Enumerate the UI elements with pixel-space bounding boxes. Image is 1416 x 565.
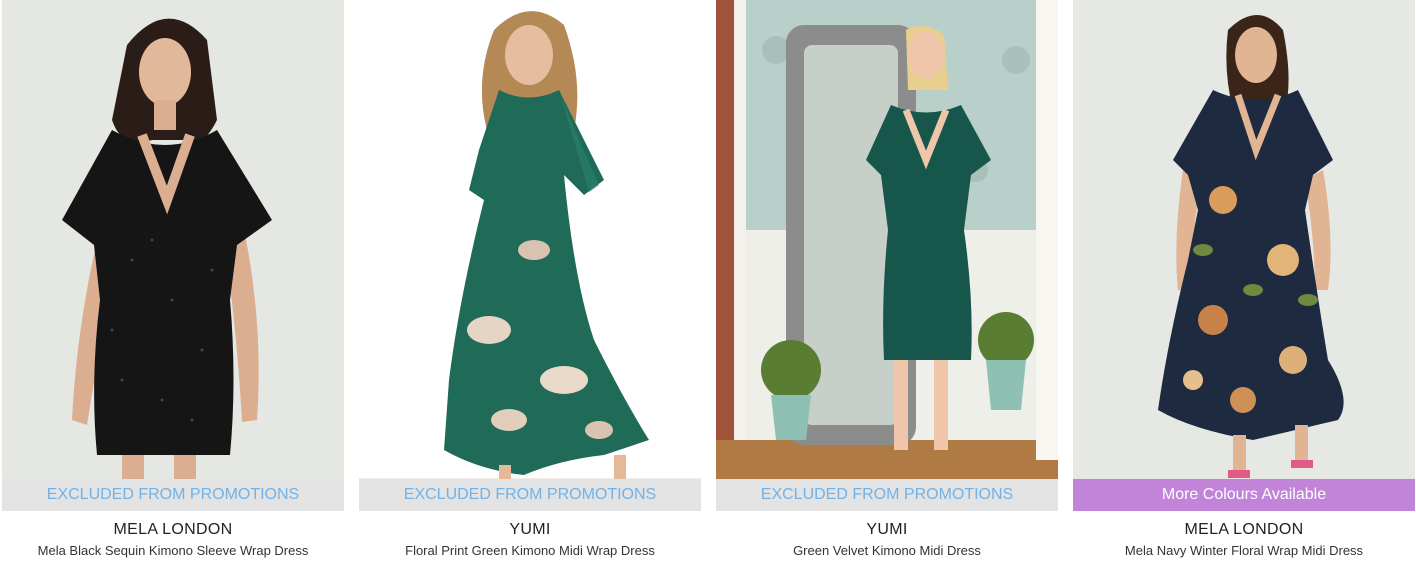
product-card[interactable]: EXCLUDED FROM PROMOTIONS MELA LONDON Mel… <box>2 0 344 565</box>
product-title-link[interactable]: Mela Black Sequin Kimono Sleeve Wrap Dre… <box>2 543 344 559</box>
promo-exclusion-badge: EXCLUDED FROM PROMOTIONS <box>2 479 344 511</box>
product-brand: YUMI <box>866 521 908 538</box>
product-brand: YUMI <box>509 521 551 538</box>
product-card[interactable]: EXCLUDED FROM PROMOTIONS YUMI Green Velv… <box>716 0 1058 565</box>
product-image-black-sequin-dress[interactable]: EXCLUDED FROM PROMOTIONS <box>2 0 344 511</box>
product-card[interactable]: EXCLUDED FROM PROMOTIONS YUMI Floral Pri… <box>359 0 701 565</box>
product-image-green-floral-dress[interactable]: EXCLUDED FROM PROMOTIONS <box>359 0 701 511</box>
product-brand: MELA LONDON <box>1184 521 1304 538</box>
product-image-navy-floral-dress[interactable]: More Colours Available <box>1073 0 1415 511</box>
product-brand: MELA LONDON <box>113 521 233 538</box>
promo-exclusion-badge: EXCLUDED FROM PROMOTIONS <box>359 479 701 511</box>
product-image-green-velvet-dress[interactable]: EXCLUDED FROM PROMOTIONS <box>716 0 1058 511</box>
product-title-link[interactable]: Floral Print Green Kimono Midi Wrap Dres… <box>359 543 701 559</box>
product-title-link[interactable]: Mela Navy Winter Floral Wrap Midi Dress <box>1073 543 1415 559</box>
product-grid: EXCLUDED FROM PROMOTIONS MELA LONDON Mel… <box>0 0 1416 565</box>
promo-exclusion-badge: EXCLUDED FROM PROMOTIONS <box>716 479 1058 511</box>
product-card[interactable]: More Colours Available MELA LONDON Mela … <box>1073 0 1415 565</box>
product-title-link[interactable]: Green Velvet Kimono Midi Dress <box>716 543 1058 559</box>
more-colours-badge[interactable]: More Colours Available <box>1073 479 1415 511</box>
